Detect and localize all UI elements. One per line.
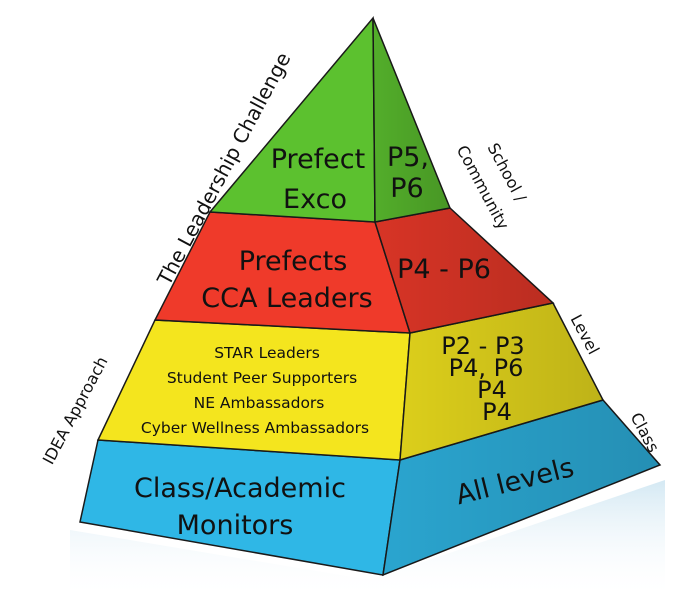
- second-left-line-1: Prefects: [239, 246, 348, 277]
- second-right-line-1: P4 - P6: [397, 254, 491, 285]
- second-left-line-2: CCA Leaders: [201, 283, 372, 314]
- top-left-line-2: Exco: [283, 184, 347, 215]
- third-left-line-2: Student Peer Supporters: [167, 369, 357, 387]
- top-right-line-2: P6: [390, 173, 423, 204]
- tier-third-front: [96, 319, 411, 461]
- third-left-line-4: Cyber Wellness Ambassadors: [141, 419, 369, 437]
- pyramid-diagram: Prefect Exco P5, P6 Prefects CCA Leaders…: [0, 0, 695, 602]
- third-left-line-3: NE Ambassadors: [194, 394, 325, 412]
- top-left-line-1: Prefect: [271, 144, 365, 175]
- base-left-line-2: Monitors: [177, 510, 294, 541]
- pyramid-canvas: Prefect Exco P5, P6 Prefects CCA Leaders…: [39, 15, 665, 600]
- base-left-line-1: Class/Academic: [134, 473, 346, 504]
- third-left-line-1: STAR Leaders: [214, 344, 320, 362]
- top-right-line-1: P5,: [387, 142, 429, 173]
- third-right-line-4: P4: [482, 398, 512, 426]
